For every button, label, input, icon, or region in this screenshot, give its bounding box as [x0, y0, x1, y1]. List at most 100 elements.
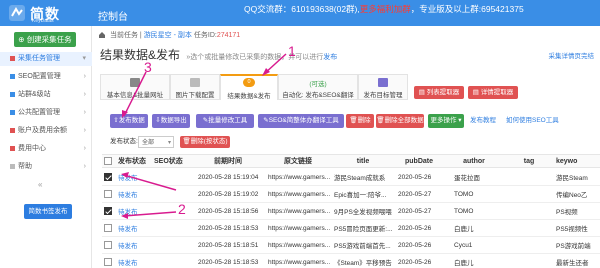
col-title[interactable]: title [334, 155, 392, 167]
row-checkbox[interactable] [104, 173, 112, 181]
plus-icon: ⊕ [18, 35, 25, 44]
cell-link[interactable]: https://www.gamers... [268, 169, 332, 185]
breadcrumb-separator: | [139, 32, 142, 39]
batch-edit-button[interactable]: ✎批量修改工具 [196, 114, 254, 128]
collapse-sidebar-icon[interactable]: « [38, 180, 42, 189]
breadcrumb: 当前任务 | 游民星空 - 副本 任务ID:274171 [98, 30, 240, 40]
tab-results-publish[interactable]: 0 结果数据&发布 [220, 74, 278, 100]
row-checkbox[interactable] [104, 190, 112, 198]
col-author[interactable]: author [448, 155, 500, 167]
cell-author: TOMO [454, 207, 474, 215]
breadcrumb-home[interactable]: 当前任务 [110, 32, 138, 39]
row-checkbox[interactable] [104, 224, 112, 232]
config-icon [10, 109, 15, 115]
tab-publish-targets[interactable]: 发布目标管理 [358, 74, 408, 100]
create-task-button[interactable]: ⊕ 创建采集任务 [14, 32, 76, 47]
sites-icon [10, 91, 15, 97]
detail-icon: ▤ [472, 89, 479, 96]
list-extractor-button[interactable]: ▤ 列表提取器 [414, 86, 464, 99]
sidebar-item-billing[interactable]: 费用中心 › [0, 142, 92, 156]
table-row[interactable]: 待发布 2020-05-28 15:18:53 https://www.gamers… [102, 254, 600, 268]
status-filter: 发布状态: 全部 ▾ 🗑删除(按状态) [110, 136, 230, 148]
col-time[interactable]: 前期时间 [198, 155, 258, 167]
seo-tool-link[interactable]: 如何使用SEO工具 [506, 114, 559, 128]
cell-tag [506, 237, 552, 253]
sidebar-item-help[interactable]: 帮助 › [0, 160, 92, 174]
image-icon [190, 78, 200, 87]
table-row[interactable]: 待发布 2020-05-28 15:18:53 https://www.gamers… [102, 220, 600, 237]
task-icon [10, 55, 15, 61]
col-seo-status[interactable]: SEO状态 [154, 155, 190, 167]
publish-tutorial-link[interactable]: 发布教程 [470, 114, 496, 128]
chevron-right-icon: › [83, 163, 86, 170]
sidebar-item-account[interactable]: 账户及费用余额 › [0, 124, 92, 138]
cell-status: 待发布 [118, 209, 138, 216]
cell-keyword: 游民Steam [556, 175, 588, 182]
col-keyword[interactable]: keywo [556, 155, 600, 167]
cell-keyword: 最新生还者 [556, 260, 589, 267]
tab-automation[interactable]: (可选) 自动化: 发布&SEO&翻译 [278, 74, 358, 100]
breadcrumb-task[interactable]: 游民星空 - 副本 [144, 32, 192, 39]
table-row[interactable]: 待发布 2020-05-28 15:19:02 https://www.gamers… [102, 186, 600, 203]
table-row[interactable]: 待发布 2020-05-28 15:18:56 https://www.gamers… [102, 203, 600, 220]
row-checkbox-cell [104, 186, 114, 202]
col-pubdate[interactable]: pubDate [394, 155, 444, 167]
select-all-checkbox[interactable] [104, 157, 112, 165]
tab-basic-info[interactable]: 基本信息&批量网址 [100, 74, 170, 100]
cell-title: 9月PS全发视频喂喂 [334, 209, 392, 216]
cell-tag [506, 169, 552, 185]
sidebar-item-tasks[interactable]: 采集任务管理 ▾ [0, 52, 92, 66]
select-all-checkbox-cell [104, 155, 114, 167]
tab-image-download[interactable]: 图片下载配置 [170, 74, 220, 100]
delete-button[interactable]: 🗑删除 [346, 114, 374, 128]
chevron-right-icon: › [83, 73, 86, 80]
home-icon [99, 32, 105, 39]
qq-group-notice: QQ交流群：610193638(02群),更多福利加群，专业版及以上群:6954… [244, 3, 524, 15]
sidebar-item-public-config[interactable]: 公共配置管理 › [0, 106, 92, 120]
cell-link[interactable]: https://www.gamers... [268, 220, 332, 236]
row-checkbox-cell [104, 237, 114, 253]
cell-title: PS5游戏前端首先... [334, 243, 391, 250]
cell-author: 白鹿儿 [454, 260, 474, 267]
cell-link[interactable]: https://www.gamers... [268, 254, 332, 268]
row-checkbox[interactable] [104, 241, 112, 249]
bookmark-publish-button[interactable]: 简数书签发布 [24, 204, 72, 219]
cell-tag [506, 186, 552, 202]
cell-tag [506, 203, 552, 219]
cell-link[interactable]: https://www.gamers... [268, 203, 332, 219]
row-checkbox-cell [104, 220, 114, 236]
cell-time: 2020-05-28 15:19:04 [198, 173, 259, 181]
status-select[interactable]: 全部 ▾ [138, 136, 174, 148]
console-link[interactable]: 控制台 [98, 8, 128, 23]
qq-highlight[interactable]: 更多福利加群 [360, 4, 411, 14]
cell-time: 2020-05-28 15:18:53 [198, 224, 259, 232]
cell-link[interactable]: https://www.gamers... [268, 186, 332, 202]
col-link[interactable]: 原文链接 [268, 155, 328, 167]
more-actions-dropdown[interactable]: 更多操作 ▾ [428, 114, 464, 128]
sidebar: ⊕ 创建采集任务 采集任务管理 ▾ SEO配置管理 › 站群&级站 › 公共配置管理 ›… [0, 26, 92, 268]
row-checkbox[interactable] [104, 258, 112, 266]
delete-by-status-button[interactable]: 🗑删除(按状态) [180, 136, 230, 148]
sidebar-item-sites[interactable]: 站群&级站 › [0, 88, 92, 102]
delete-all-button[interactable]: 🗑删除全部数据 [376, 114, 424, 128]
col-status[interactable]: 发布状态 [118, 155, 152, 167]
cell-link[interactable]: https://www.gamers... [268, 237, 332, 253]
detail-extractor-button[interactable]: ▤ 详情提取器 [468, 86, 518, 99]
publish-link[interactable]: 发布 [323, 54, 337, 61]
table-row[interactable]: 待发布 2020-05-28 15:19:04 https://www.gamers… [102, 169, 600, 186]
logo[interactable]: 简数 KeyDatas [8, 4, 92, 24]
publish-data-button[interactable]: ⇧发布数据 [110, 114, 148, 128]
row-checkbox[interactable] [104, 207, 112, 215]
chevron-right-icon: › [83, 91, 86, 98]
row-checkbox-cell [104, 169, 114, 185]
export-data-button[interactable]: ⇩数据导出 [152, 114, 190, 128]
cell-seo-status [154, 254, 190, 268]
seo-translate-button[interactable]: ✎SEO&简整体办翻译工具 [258, 114, 344, 128]
page-title-text: 结果数据&发布 [100, 48, 181, 62]
cell-title: 游民Steam成就系 [334, 175, 386, 182]
col-tag[interactable]: tag [506, 155, 552, 167]
detail-complete-link[interactable]: 采集详情页完结 [549, 50, 595, 60]
sidebar-item-seo[interactable]: SEO配置管理 › [0, 70, 92, 84]
account-icon [10, 127, 15, 133]
table-row[interactable]: 待发布 2020-05-28 15:18:51 https://www.gamers… [102, 237, 600, 254]
